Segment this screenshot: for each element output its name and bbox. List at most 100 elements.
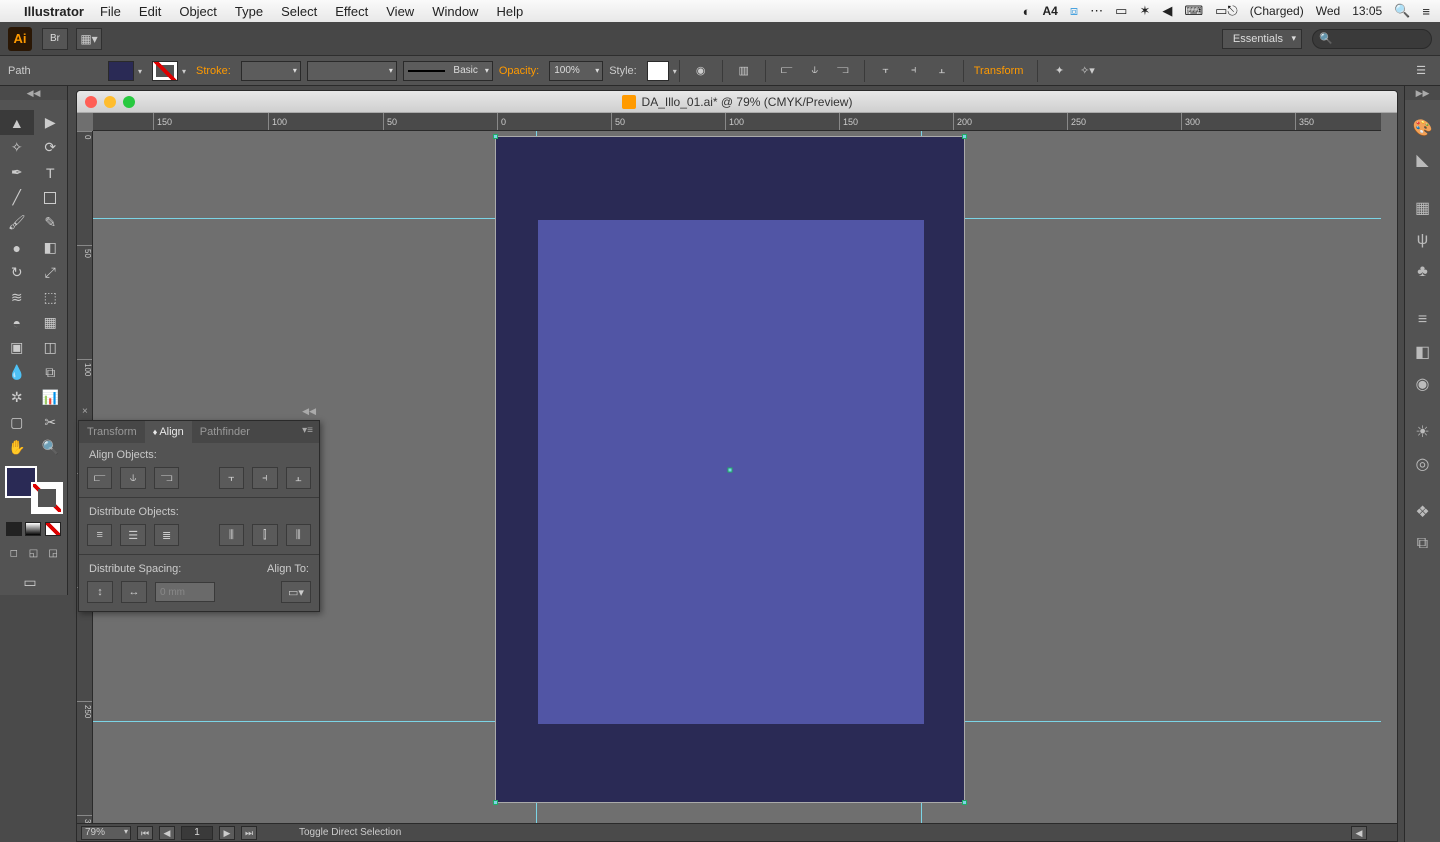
anchor-tr[interactable]: [962, 134, 967, 139]
dist-left-button[interactable]: ⫼: [219, 524, 244, 546]
draw-behind[interactable]: ◱: [24, 544, 42, 562]
artboard-tool[interactable]: ▢: [0, 410, 34, 435]
menu-object[interactable]: Object: [179, 4, 217, 19]
minimize-window-icon[interactable]: [104, 96, 116, 108]
anchor-bl[interactable]: [493, 800, 498, 805]
stroke-panel-icon[interactable]: ≡: [1409, 306, 1437, 334]
type-tool[interactable]: T: [34, 160, 68, 185]
opacity-field[interactable]: 100%: [549, 61, 603, 81]
menu-edit[interactable]: Edit: [139, 4, 161, 19]
line-tool[interactable]: ╱: [0, 185, 34, 210]
align-hcenter-icon[interactable]: ⫝: [804, 61, 826, 81]
layers-panel-icon[interactable]: ❖: [1409, 498, 1437, 526]
menu-type[interactable]: Type: [235, 4, 263, 19]
align-bottom-button[interactable]: ⫠: [286, 467, 311, 489]
tab-pathfinder[interactable]: Pathfinder: [192, 421, 258, 443]
zoom-dropdown[interactable]: 79%: [81, 826, 131, 840]
brushes-panel-icon[interactable]: ψ: [1409, 226, 1437, 254]
align-right-button[interactable]: ⫎: [154, 467, 179, 489]
artboard[interactable]: [496, 137, 964, 802]
tab-transform[interactable]: Transform: [79, 421, 145, 443]
swatches-panel-icon[interactable]: ▦: [1409, 194, 1437, 222]
app-name[interactable]: Illustrator: [24, 4, 84, 19]
paintbrush-tool[interactable]: 🖌: [0, 210, 34, 235]
gradient-mode[interactable]: [25, 522, 41, 536]
magic-wand-tool[interactable]: ✧: [0, 135, 34, 160]
rectangle-tool[interactable]: [34, 185, 68, 210]
clock-time[interactable]: 13:05: [1352, 4, 1382, 18]
workspace-switcher[interactable]: Essentials: [1222, 29, 1302, 49]
menu-effect[interactable]: Effect: [335, 4, 368, 19]
hscroll-left[interactable]: ◀: [1351, 826, 1367, 840]
align-left-button[interactable]: ⫍: [87, 467, 112, 489]
align-bottom-icon[interactable]: ⫠: [931, 61, 953, 81]
dist-bottom-button[interactable]: ≣: [154, 524, 179, 546]
artboards-panel-icon[interactable]: ⧉: [1409, 530, 1437, 558]
transform-label[interactable]: Transform: [974, 65, 1024, 77]
align-panel-icon[interactable]: ▥: [733, 61, 755, 81]
align-top-icon[interactable]: ⫟: [875, 61, 897, 81]
anchor-tl[interactable]: [493, 134, 498, 139]
last-artboard-button[interactable]: ⏭: [241, 826, 257, 840]
lasso-tool[interactable]: ⟳: [34, 135, 68, 160]
document-titlebar[interactable]: DA_Illo_01.ai* @ 79% (CMYK/Preview): [77, 91, 1397, 113]
menu-view[interactable]: View: [386, 4, 414, 19]
gradient-tool[interactable]: ◫: [34, 335, 68, 360]
controls-menu-icon[interactable]: ☰: [1410, 61, 1432, 81]
opacity-label[interactable]: Opacity:: [499, 65, 539, 77]
first-artboard-button[interactable]: ⏮: [137, 826, 153, 840]
menu-window[interactable]: Window: [432, 4, 478, 19]
more-icon[interactable]: ⋯: [1090, 3, 1103, 19]
transparency-panel-icon[interactable]: ◉: [1409, 370, 1437, 398]
perspective-tool[interactable]: ▦: [34, 310, 68, 335]
graph-tool[interactable]: 📊: [34, 385, 68, 410]
spacing-input[interactable]: [155, 582, 215, 602]
rotate-tool[interactable]: ↻: [0, 260, 34, 285]
horizontal-ruler[interactable]: 150 100 50 0 50 100 150 200 250 300 350: [93, 113, 1381, 131]
brush-dropdown[interactable]: Basic: [403, 61, 493, 81]
notification-icon[interactable]: ≡: [1422, 4, 1430, 19]
free-transform-tool[interactable]: ⬚: [34, 285, 68, 310]
menu-file[interactable]: File: [100, 4, 121, 19]
input-icon[interactable]: ⌨: [1184, 3, 1203, 19]
dist-vcenter-button[interactable]: ☰: [120, 524, 145, 546]
align-hcenter-button[interactable]: ⫝: [120, 467, 145, 489]
anchor-br[interactable]: [962, 800, 967, 805]
scale-tool[interactable]: ⤢: [34, 260, 68, 285]
width-tool[interactable]: ≋: [0, 285, 34, 310]
draw-inside[interactable]: ◲: [44, 544, 62, 562]
align-vcenter-button[interactable]: ⫞: [252, 467, 277, 489]
arrange-docs-button[interactable]: ▦▾: [76, 28, 102, 50]
hand-tool[interactable]: ✋: [0, 435, 34, 460]
window-controls[interactable]: [85, 96, 135, 108]
panel-menu-icon[interactable]: ▾≡: [296, 421, 319, 443]
dist-top-button[interactable]: ≡: [87, 524, 112, 546]
adobe-badge[interactable]: A4: [1043, 4, 1058, 18]
bridge-button[interactable]: Br: [42, 28, 68, 50]
zoom-tool[interactable]: 🔍: [34, 435, 68, 460]
appearance-panel-icon[interactable]: ☀: [1409, 418, 1437, 446]
zoom-window-icon[interactable]: [123, 96, 135, 108]
dist-hspace-button[interactable]: ↔: [121, 581, 147, 603]
pencil-tool[interactable]: ✎: [34, 210, 68, 235]
graphic-style-swatch[interactable]: ▾: [647, 61, 669, 81]
search-input[interactable]: 🔍: [1312, 29, 1432, 49]
shape-builder-tool[interactable]: ◓: [0, 310, 34, 335]
dist-vspace-button[interactable]: ↕: [87, 581, 113, 603]
dock-collapse-toggle[interactable]: ▶▶: [1405, 86, 1440, 100]
next-artboard-button[interactable]: ▶: [219, 826, 235, 840]
pen-tool[interactable]: ✒: [0, 160, 34, 185]
sync-icon[interactable]: ◐: [1023, 4, 1031, 19]
selection-tool[interactable]: ▲: [0, 110, 34, 135]
dist-right-button[interactable]: ⫼: [286, 524, 311, 546]
direct-selection-tool[interactable]: ▶: [34, 110, 68, 135]
fill-stroke-control[interactable]: [5, 466, 63, 514]
clock-day[interactable]: Wed: [1316, 4, 1340, 18]
color-guide-panel-icon[interactable]: ◣: [1409, 146, 1437, 174]
recolor-icon[interactable]: ◉: [690, 61, 712, 81]
display-icon[interactable]: ▭: [1115, 3, 1127, 19]
prev-artboard-button[interactable]: ◀: [159, 826, 175, 840]
artboard-number-field[interactable]: 1: [181, 826, 213, 840]
graphic-styles-panel-icon[interactable]: ◎: [1409, 450, 1437, 478]
blend-tool[interactable]: ⧉: [34, 360, 68, 385]
